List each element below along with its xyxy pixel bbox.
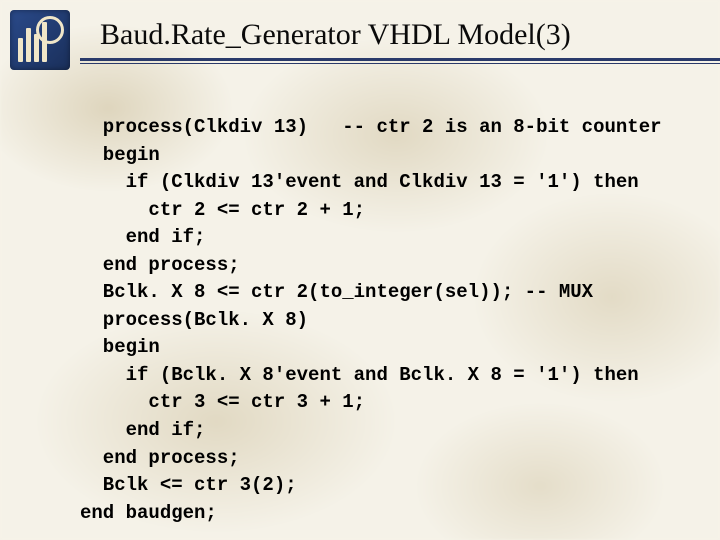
slide-title: Baud.Rate_Generator VHDL Model(3) <box>100 18 571 52</box>
vhdl-code-block: process(Clkdiv 13) -- ctr 2 is an 8-bit … <box>80 114 680 527</box>
bars-icon <box>18 22 47 62</box>
title-underline <box>0 58 720 64</box>
